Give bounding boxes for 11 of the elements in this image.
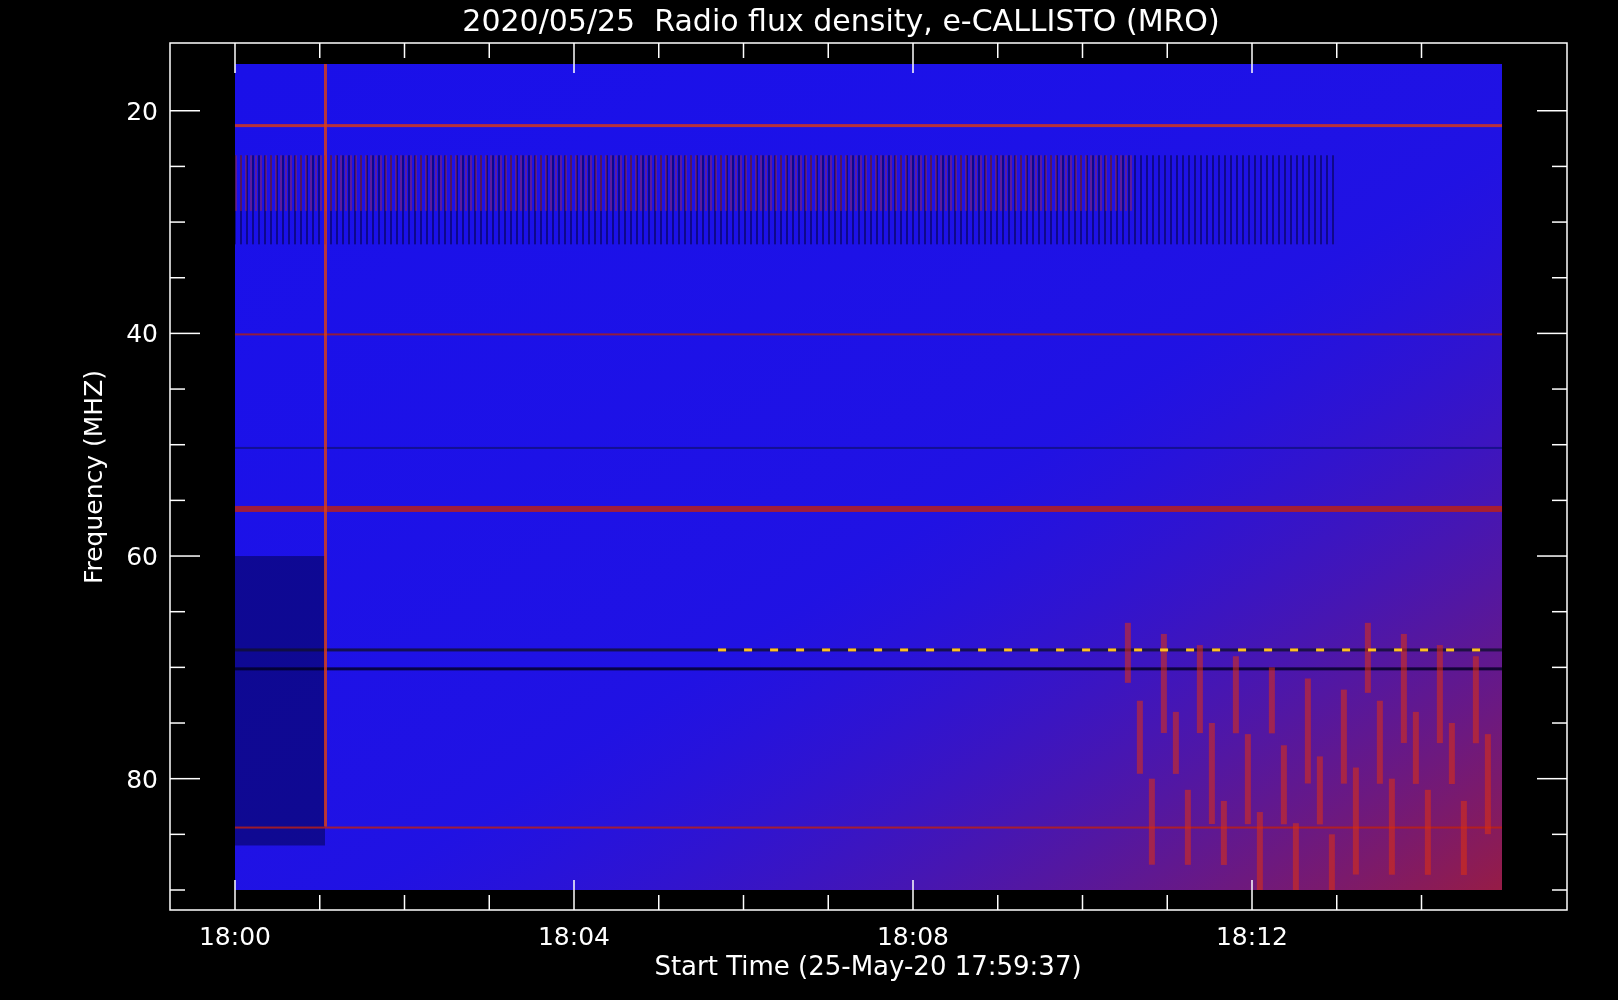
chart-title: 2020/05/25 Radio flux density, e-CALLISTO (MRO) xyxy=(462,3,1220,38)
y-tick-label: 40 xyxy=(126,319,158,349)
y-axis-label: Frequency (MHZ) xyxy=(79,369,108,585)
y-tick-label: 80 xyxy=(126,764,158,794)
x-tick-label: 18:04 xyxy=(538,922,610,951)
x-tick-label: 18:08 xyxy=(877,922,949,951)
x-tick-label: 18:12 xyxy=(1216,922,1288,951)
y-tick-label: 20 xyxy=(126,96,158,126)
y-tick-label: 60 xyxy=(126,542,158,572)
x-axis-label: Start Time (25-May-20 17:59:37) xyxy=(654,951,1082,981)
x-tick-label: 18:00 xyxy=(199,922,271,951)
